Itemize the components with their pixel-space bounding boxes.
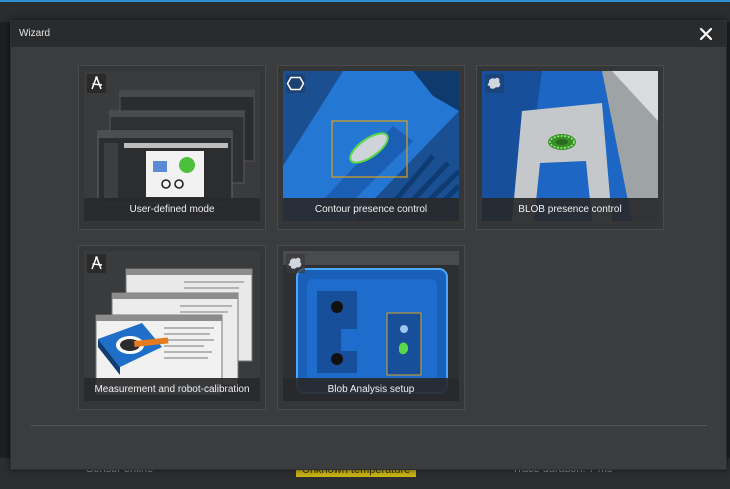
tile-measurement-robot-calibration[interactable]: Measurement and robot-calibration <box>78 245 266 410</box>
tile-blob-presence-control[interactable]: BLOB presence control <box>476 65 664 230</box>
compass-icon <box>87 254 106 273</box>
tile-label: Blob Analysis setup <box>283 378 459 401</box>
wizard-titlebar: Wizard <box>11 21 726 47</box>
footer-divider <box>31 425 707 426</box>
tile-label: Contour presence control <box>283 198 459 221</box>
wizard-title: Wizard <box>19 28 51 39</box>
tile-contour-presence-control[interactable]: Contour presence control <box>277 65 465 230</box>
tile-label: BLOB presence control <box>482 198 658 221</box>
close-icon[interactable] <box>698 26 714 42</box>
blob-icon <box>286 254 305 273</box>
tile-label: Measurement and robot-calibration <box>84 378 260 401</box>
compass-icon <box>87 74 106 93</box>
blob-icon <box>485 74 504 93</box>
background-top-bar <box>0 0 730 22</box>
wizard-dialog: Wizard User-defined mode Contour presenc… <box>10 20 727 470</box>
tile-label: User-defined mode <box>84 198 260 221</box>
tile-user-defined-mode[interactable]: User-defined mode <box>78 65 266 230</box>
tile-blob-analysis-setup[interactable]: Blob Analysis setup <box>277 245 465 410</box>
hexagon-icon <box>286 74 305 93</box>
accent-line <box>0 0 730 2</box>
